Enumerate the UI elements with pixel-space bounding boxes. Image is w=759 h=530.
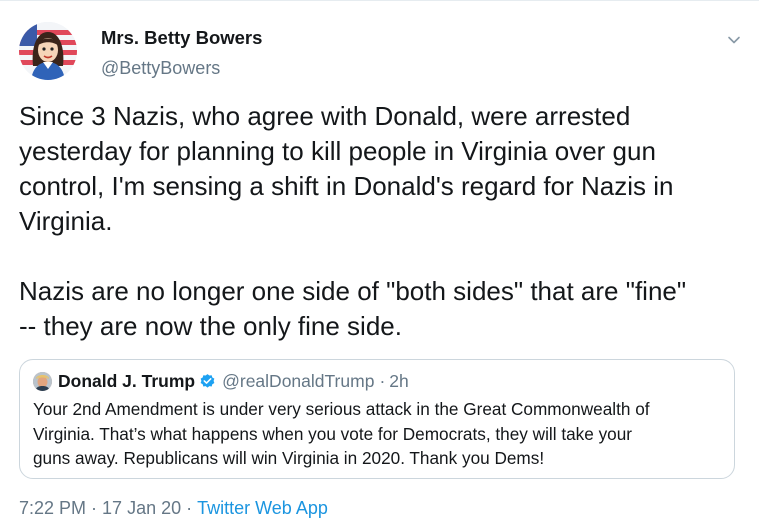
tweet-time[interactable]: 7:22 PM: [19, 498, 86, 518]
man-portrait-avatar-icon: [33, 371, 52, 391]
quoted-author-name[interactable]: Donald J. Trump: [58, 371, 195, 392]
chevron-down-icon[interactable]: [727, 33, 741, 47]
tweet-date[interactable]: 17 Jan 20: [102, 498, 181, 518]
cartoon-woman-flag-avatar-icon: [19, 22, 77, 80]
quoted-tweet-line: Virginia. That’s what happens when you v…: [33, 423, 633, 444]
tweet-line: Virginia.: [19, 206, 113, 236]
quoted-timestamp[interactable]: 2h: [389, 371, 408, 392]
author-avatar[interactable]: [19, 22, 77, 80]
quoted-tweet-header: Donald J. Trump @realDonaldTrump · 2h: [33, 369, 409, 393]
quoted-tweet-card[interactable]: Donald J. Trump @realDonaldTrump · 2h Yo…: [19, 359, 735, 479]
quoted-author-handle[interactable]: @realDonaldTrump: [222, 371, 374, 392]
tweet-line: Nazis are no longer one side of "both si…: [19, 276, 687, 306]
quoted-separator: ·: [379, 370, 386, 391]
quoted-tweet-line: guns away. Republicans will win Virginia…: [33, 448, 545, 468]
quoted-tweet-text: Your 2nd Amendment is under very serious…: [33, 397, 733, 471]
top-divider: [0, 0, 759, 1]
author-info: Mrs. Betty Bowers @BettyBowers: [101, 26, 262, 79]
quoted-tweet-line: Your 2nd Amendment is under very serious…: [33, 399, 650, 419]
tweet-metadata: 7:22 PM · 17 Jan 20 · Twitter Web App: [19, 497, 328, 519]
meta-separator: ·: [186, 498, 193, 518]
author-display-name[interactable]: Mrs. Betty Bowers: [101, 26, 262, 50]
quoted-author-avatar[interactable]: [33, 371, 52, 391]
tweet-line: yesterday for planning to kill people in…: [19, 136, 656, 166]
tweet-line: Since 3 Nazis, who agree with Donald, we…: [19, 101, 631, 131]
tweet-text: Since 3 Nazis, who agree with Donald, we…: [19, 99, 741, 344]
tweet-source-link[interactable]: Twitter Web App: [197, 498, 328, 518]
author-handle[interactable]: @BettyBowers: [101, 57, 262, 79]
tweet-line: -- they are now the only fine side.: [19, 311, 402, 341]
verified-badge-icon: [200, 373, 215, 388]
tweet-line: control, I'm sensing a shift in Donald's…: [19, 171, 674, 201]
meta-separator: ·: [91, 498, 98, 518]
